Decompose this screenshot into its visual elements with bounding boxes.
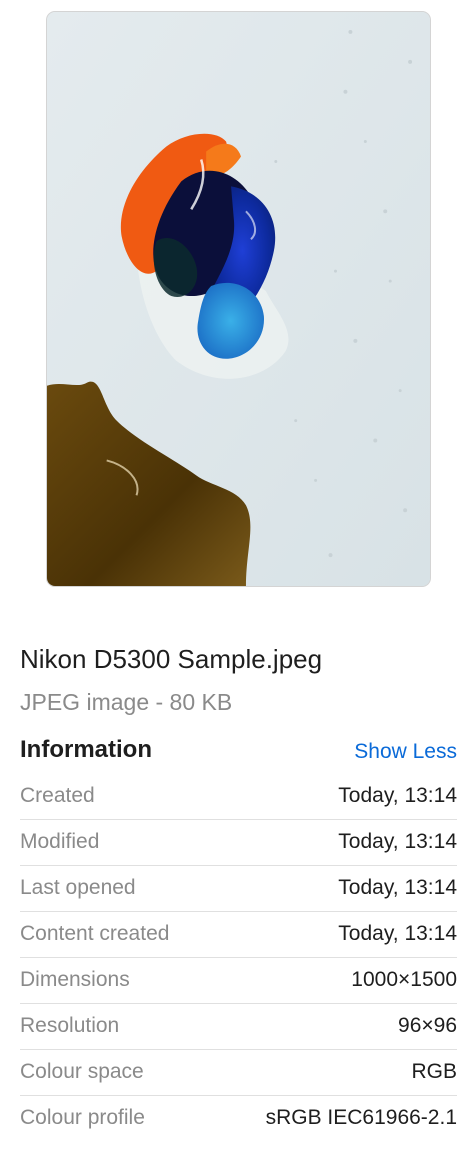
info-label: Dimensions [20,968,130,991]
info-label: Modified [20,830,100,853]
info-value: sRGB IEC61966-2.1 [265,1106,457,1129]
info-value: Today, 13:14 [338,876,457,899]
info-label: Resolution [20,1014,120,1037]
ink-photo-thumbnail [47,12,430,586]
info-label: Content created [20,922,170,945]
file-info-panel: Nikon D5300 Sample.jpeg JPEG image - 80 … [0,0,476,1151]
info-row-resolution: Resolution 96×96 [20,1004,457,1050]
info-value: Today, 13:14 [338,784,457,807]
info-value: Today, 13:14 [338,830,457,853]
info-value: RGB [411,1060,457,1083]
info-row-created: Created Today, 13:14 [20,774,457,820]
show-less-button[interactable]: Show Less [354,740,457,764]
info-value: 1000×1500 [351,968,457,991]
info-value: 96×96 [398,1014,457,1037]
image-preview[interactable] [46,11,431,587]
information-header: Information Show Less [20,736,457,768]
info-row-last-opened: Last opened Today, 13:14 [20,866,457,912]
info-row-dimensions: Dimensions 1000×1500 [20,958,457,1004]
info-row-colour-space: Colour space RGB [20,1050,457,1096]
info-label: Last opened [20,876,136,899]
info-row-colour-profile: Colour profile sRGB IEC61966-2.1 [20,1096,457,1141]
information-rows: Created Today, 13:14 Modified Today, 13:… [20,774,457,1141]
file-kind-size: JPEG image - 80 KB [20,689,233,715]
info-value: Today, 13:14 [338,922,457,945]
info-label: Colour profile [20,1106,145,1129]
information-title: Information [20,736,152,763]
info-row-content-created: Content created Today, 13:14 [20,912,457,958]
info-label: Created [20,784,95,807]
info-row-modified: Modified Today, 13:14 [20,820,457,866]
file-name: Nikon D5300 Sample.jpeg [20,644,323,674]
info-label: Colour space [20,1060,144,1083]
